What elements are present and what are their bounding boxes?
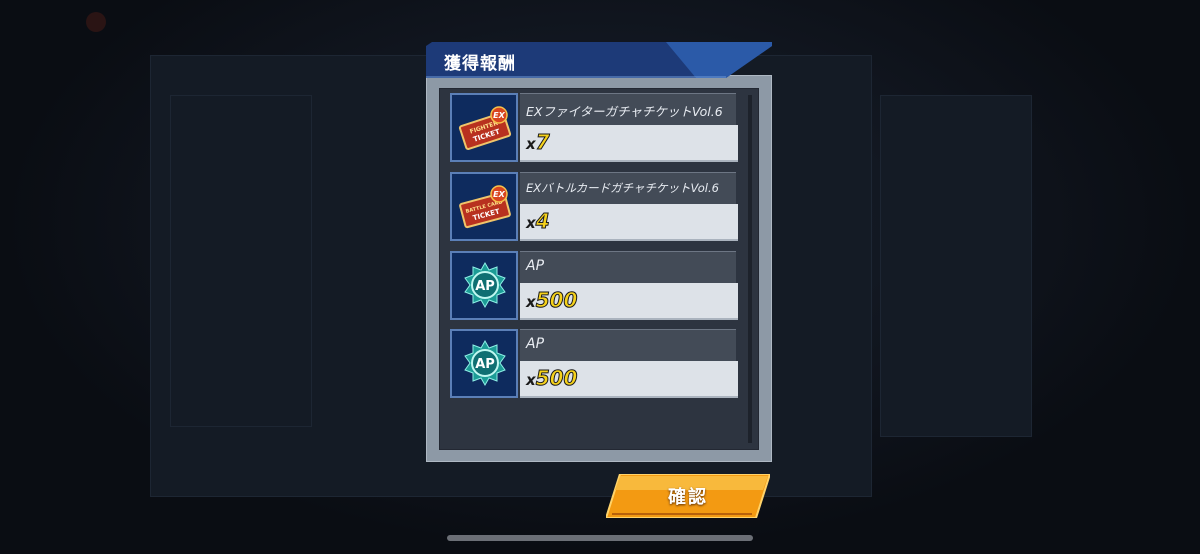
dialog-header: 獲得報酬 xyxy=(426,42,772,78)
fighter-ticket-icon: FIGHTER TICKET EX xyxy=(458,106,512,150)
background-status-dot xyxy=(86,12,106,32)
dialog-title: 獲得報酬 xyxy=(444,54,516,74)
quantity-value: 500 xyxy=(535,366,578,391)
reward-name-bar: EXファイターガチャチケットVol.6 xyxy=(520,93,736,125)
reward-name-bar: AP xyxy=(520,329,736,361)
confirm-button[interactable]: 確認 xyxy=(606,474,770,518)
ap-medal-icon: AP xyxy=(464,261,506,309)
reward-item-battle-card-ticket: BATTLE CARD TICKET EX EXバトルカードガチャチケットVol… xyxy=(450,172,738,241)
reward-quantity: x500 xyxy=(526,288,578,313)
reward-quantity: x500 xyxy=(526,366,578,391)
ex-badge-text: EX xyxy=(493,190,505,199)
reward-name-bar: EXバトルカードガチャチケットVol.6 xyxy=(520,172,736,204)
confirm-button-label: 確認 xyxy=(668,487,708,508)
reward-item-ap: AP AP x500 xyxy=(450,329,738,398)
quantity-prefix: x xyxy=(526,214,536,232)
reward-icon-frame: BATTLE CARD TICKET EX xyxy=(450,172,518,241)
reward-quantity-bar: x7 xyxy=(520,125,738,162)
home-indicator[interactable] xyxy=(447,535,753,541)
quantity-value: 500 xyxy=(535,288,578,313)
reward-item-ap: AP AP x500 xyxy=(450,251,738,320)
reward-list-scrollbar[interactable] xyxy=(748,95,752,443)
reward-name: EXファイターガチャチケットVol.6 xyxy=(526,104,723,119)
quantity-prefix: x xyxy=(526,371,536,389)
reward-quantity: x4 xyxy=(526,209,550,234)
quantity-value: 4 xyxy=(535,209,550,234)
background-sidebar xyxy=(170,95,312,427)
reward-dialog: 獲得報酬 FIGHTER TICKET EX EXファイターガチャチケットVol… xyxy=(426,42,772,462)
ap-icon-text: AP xyxy=(475,357,495,372)
background-right-panel xyxy=(880,95,1032,437)
reward-name: AP xyxy=(526,336,545,352)
reward-quantity: x7 xyxy=(526,130,550,155)
reward-name: EXバトルカードガチャチケットVol.6 xyxy=(526,181,719,195)
reward-quantity-bar: x500 xyxy=(520,283,738,320)
reward-icon-frame: AP xyxy=(450,251,518,320)
ap-icon-text: AP xyxy=(475,279,495,294)
quantity-prefix: x xyxy=(526,135,536,153)
ap-medal-icon: AP xyxy=(464,339,506,387)
reward-quantity-bar: x500 xyxy=(520,361,738,398)
quantity-prefix: x xyxy=(526,293,536,311)
battle-card-ticket-icon: BATTLE CARD TICKET EX xyxy=(459,185,511,229)
ex-badge-text: EX xyxy=(493,111,505,120)
reward-icon-frame: AP xyxy=(450,329,518,398)
reward-name: AP xyxy=(526,258,545,274)
reward-item-fighter-ticket: FIGHTER TICKET EX EXファイターガチャチケットVol.6 x7 xyxy=(450,93,738,162)
reward-icon-frame: FIGHTER TICKET EX xyxy=(450,93,518,162)
quantity-value: 7 xyxy=(535,130,550,155)
reward-name-bar: AP xyxy=(520,251,736,283)
reward-quantity-bar: x4 xyxy=(520,204,738,241)
